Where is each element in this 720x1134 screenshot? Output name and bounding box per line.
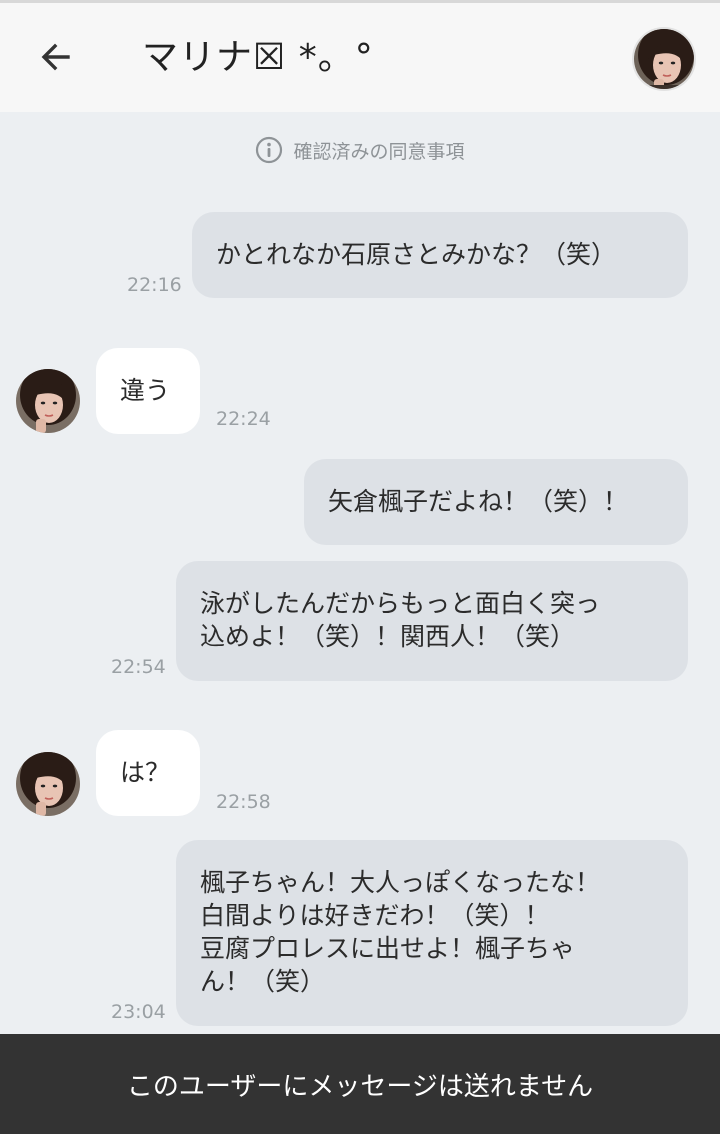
chat-screen: マリナ☒ *。° 確認済みの同意事項 22:16 かとれなか石原さとみかな？（笑…	[0, 0, 720, 1134]
message-time: 22:16	[127, 274, 182, 296]
message-time: 22:24	[216, 408, 271, 430]
consent-notice[interactable]: 確認済みの同意事項	[0, 134, 720, 166]
message-time: 22:54	[111, 656, 166, 678]
outgoing-message[interactable]: 泳がしたんだからもっと面白く突っ 込めよ！（笑）！関西人！（笑）	[176, 561, 688, 681]
sender-avatar[interactable]	[16, 752, 80, 816]
profile-avatar[interactable]	[632, 27, 696, 91]
outgoing-message[interactable]: 楓子ちゃん！大人っぽくなったな！ 白間よりは好きだわ！（笑）！ 豆腐プロレスに出…	[176, 840, 688, 1026]
sender-avatar[interactable]	[16, 369, 80, 433]
incoming-message[interactable]: 違う	[96, 348, 200, 434]
app-header: マリナ☒ *。°	[0, 0, 720, 112]
outgoing-message[interactable]: かとれなか石原さとみかな？（笑）	[192, 212, 688, 298]
info-circle-icon	[256, 136, 283, 164]
cannot-send-bar: このユーザーにメッセージは送れません	[0, 1034, 720, 1134]
outgoing-message[interactable]: 矢倉楓子だよね！（笑）！	[304, 459, 688, 545]
arrow-left-icon	[41, 43, 70, 71]
back-button[interactable]	[30, 31, 82, 83]
cannot-send-label: このユーザーにメッセージは送れません	[126, 1071, 594, 1102]
consent-label: 確認済みの同意事項	[293, 140, 465, 163]
incoming-message[interactable]: は？	[96, 730, 200, 816]
message-time: 23:04	[111, 1001, 166, 1023]
chat-title: マリナ☒ *。°	[142, 37, 374, 78]
message-time: 22:58	[216, 791, 271, 813]
